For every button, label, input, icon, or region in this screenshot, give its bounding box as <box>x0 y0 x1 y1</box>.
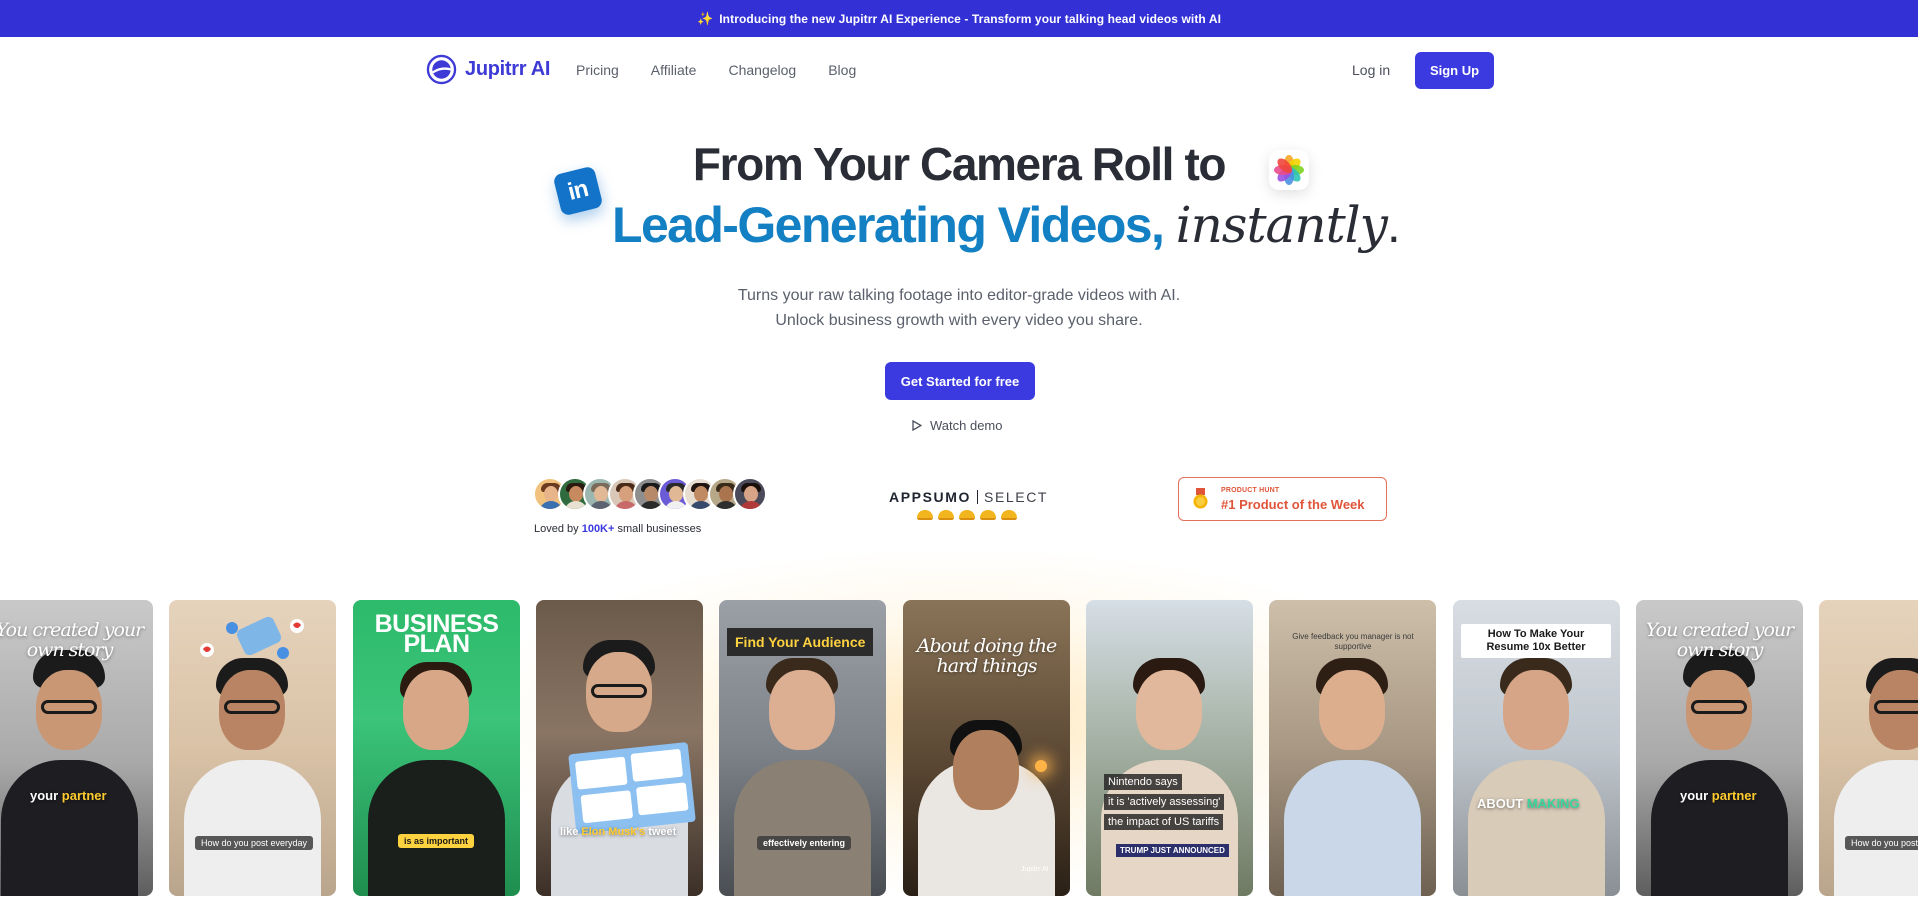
video-caption: Give feedback you manager is not support… <box>1292 632 1414 651</box>
taco-icon <box>980 510 996 520</box>
video-caption-bottom: your partner <box>1680 788 1757 803</box>
video-caption: How do you post <box>1845 836 1918 850</box>
taco-icon <box>938 510 954 520</box>
video-caption: Nintendo says <box>1104 774 1182 790</box>
banner-text: Introducing the new Jupitrr AI Experienc… <box>719 11 1222 26</box>
video-caption-bottom: is as important <box>398 834 475 848</box>
taco-icon <box>917 510 933 520</box>
video-card[interactable]: How do you post <box>1819 600 1918 896</box>
logo[interactable]: Jupitrr AI <box>426 54 550 85</box>
announcement-banner[interactable]: ✨ Introducing the new Jupitrr AI Experie… <box>0 0 1918 37</box>
nav-link-blog[interactable]: Blog <box>828 62 856 78</box>
nav-link-changelog[interactable]: Changelog <box>728 62 796 78</box>
taco-icon <box>1001 510 1017 520</box>
video-caption: it is 'actively assessing' <box>1104 794 1225 810</box>
video-card[interactable]: like Elon Musk's tweet <box>536 600 703 896</box>
hero-subtitle-2: Unlock business growth with every video … <box>775 312 1143 329</box>
jupitrr-logo-icon <box>426 54 457 85</box>
logo-text: Jupitrr AI <box>465 58 551 80</box>
lamp-glow <box>1035 760 1047 772</box>
watch-demo-link[interactable]: Watch demo <box>912 418 1003 433</box>
video-watermark: Jupitrr AI <box>1021 866 1049 873</box>
video-card[interactable]: Nintendo says it is 'actively assessing'… <box>1086 600 1253 896</box>
producthunt-badge[interactable]: PRODUCT HUNT #1 Product of the Week <box>1178 477 1387 521</box>
video-carousel: You created your own story your partner … <box>0 600 1918 902</box>
video-caption: You created your own story <box>0 619 144 661</box>
nav-link-affiliate[interactable]: Affiliate <box>651 62 697 78</box>
video-caption-bottom: effectively entering <box>757 836 852 850</box>
video-card[interactable]: How do you post everyday <box>169 600 336 896</box>
signup-button[interactable]: Sign Up <box>1415 52 1494 89</box>
video-card[interactable]: Give feedback you manager is not support… <box>1269 600 1436 896</box>
customer-avatars <box>533 477 767 511</box>
video-caption-bottom: your partner <box>30 788 107 803</box>
loved-by-text: Loved by 100K+ small businesses <box>534 523 702 535</box>
hero-headline-line2: Lead-Generating Videos, instantly. <box>612 196 1401 254</box>
video-card[interactable]: About doing the hard things Jupitrr AI <box>903 600 1070 896</box>
video-caption-bottom: like Elon Musk's tweet <box>560 826 677 838</box>
producthunt-award: #1 Product of the Week <box>1221 497 1365 512</box>
tweet-graphic <box>568 741 696 835</box>
video-caption: the impact of US tariffs <box>1104 814 1224 830</box>
producthunt-label: PRODUCT HUNT <box>1221 487 1280 494</box>
medal-icon <box>1193 488 1208 509</box>
sparkles-icon: ✨ <box>696 10 714 26</box>
appsumo-badge: APPSUMO SELECT <box>889 489 1049 505</box>
taco-icon <box>959 510 975 520</box>
play-icon <box>912 420 922 431</box>
video-card[interactable]: Find Your Audience effectively entering <box>719 600 886 896</box>
video-caption-bottom: TRUMP JUST ANNOUNCED <box>1116 844 1229 857</box>
video-caption: Find Your Audience <box>727 628 874 656</box>
login-link[interactable]: Log in <box>1352 62 1390 78</box>
video-card[interactable]: You created your own story your partner <box>1636 600 1803 896</box>
video-card[interactable]: BUSINESS PLAN is as important <box>353 600 520 896</box>
hero-subtitle-1: Turns your raw talking footage into edit… <box>737 287 1181 304</box>
video-card[interactable]: How To Make Your Resume 10x Better ABOUT… <box>1453 600 1620 896</box>
video-caption: How do you post everyday <box>195 836 314 850</box>
video-caption: BUSINESS PLAN <box>374 610 499 658</box>
video-caption: How To Make Your Resume 10x Better <box>1461 624 1611 658</box>
avatar <box>733 477 767 511</box>
nav-links: Pricing Affiliate Changelog Blog <box>576 62 856 78</box>
get-started-button[interactable]: Get Started for free <box>885 362 1035 400</box>
nav-link-pricing[interactable]: Pricing <box>576 62 619 78</box>
social-reactions-graphic <box>200 616 304 659</box>
video-card[interactable]: You created your own story your partner <box>0 600 153 896</box>
appsumo-rating <box>917 510 1017 520</box>
top-nav: Jupitrr AI Pricing Affiliate Changelog B… <box>0 37 1918 105</box>
video-caption-bottom: ABOUT MAKING <box>1477 796 1580 811</box>
video-caption: About doing the hard things <box>916 635 1057 677</box>
video-caption: You created your own story <box>1645 619 1794 661</box>
hero-headline-line1: From Your Camera Roll to <box>692 138 1227 190</box>
